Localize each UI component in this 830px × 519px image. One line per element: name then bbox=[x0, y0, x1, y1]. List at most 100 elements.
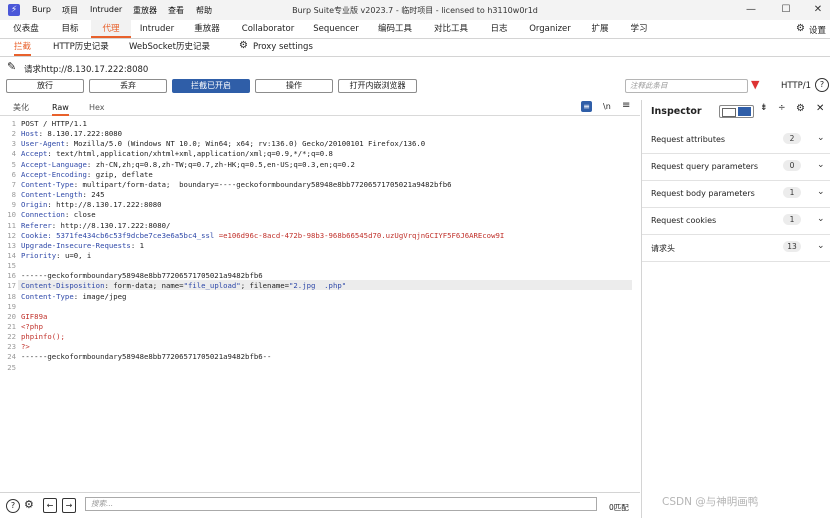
tab-websocket-history[interactable]: WebSocket历史记录 bbox=[129, 40, 210, 54]
match-count: 0匹配 bbox=[609, 503, 629, 512]
title-bar: ⚡ Burp 项目 Intruder 重放器 查看 帮助 Burp Suite专… bbox=[0, 0, 830, 20]
highlight-color-icon[interactable]: ▼ bbox=[751, 78, 759, 91]
tab-repeater[interactable]: 重放器 bbox=[185, 20, 229, 38]
menu-icon[interactable]: ≡ bbox=[622, 100, 630, 111]
line-number: 3 bbox=[11, 139, 16, 149]
proxy-sub-tabs: 拦截 HTTP历史记录 WebSocket历史记录 ⚙ Proxy settin… bbox=[0, 38, 830, 57]
menu-help[interactable]: 帮助 bbox=[196, 5, 212, 16]
minimize-icon[interactable]: — bbox=[742, 2, 760, 18]
tab-pretty[interactable]: 美化 bbox=[13, 102, 29, 114]
drop-button[interactable]: 丢弃 bbox=[89, 79, 167, 93]
tab-http-history[interactable]: HTTP历史记录 bbox=[53, 40, 109, 54]
line-number: 11 bbox=[7, 220, 16, 230]
tab-hex[interactable]: Hex bbox=[89, 102, 105, 114]
pencil-icon[interactable]: ✎ bbox=[7, 60, 16, 73]
tab-organizer[interactable]: Organizer bbox=[524, 20, 576, 38]
menu-burp[interactable]: Burp bbox=[32, 5, 51, 14]
code-line: Upgrade-Insecure-Requests: 1 bbox=[21, 240, 145, 250]
tab-raw[interactable]: Raw bbox=[52, 102, 69, 116]
maximize-icon[interactable]: ☐ bbox=[777, 2, 795, 18]
tab-comparer[interactable]: 对比工具 bbox=[426, 20, 476, 38]
gear-icon[interactable]: ⚙ bbox=[796, 23, 805, 34]
editor-tab-bar: 美化 Raw Hex ≡ \n ≡ bbox=[0, 100, 640, 116]
newline-toggle-icon[interactable]: \n bbox=[603, 102, 611, 111]
inspector-close-icon[interactable]: ✕ bbox=[816, 103, 824, 114]
tab-learn[interactable]: 学习 bbox=[622, 20, 656, 38]
chevron-down-icon[interactable]: ⌄ bbox=[817, 214, 825, 224]
help-circle-icon[interactable]: ? bbox=[6, 499, 20, 513]
count-badge: 13 bbox=[783, 241, 801, 252]
tab-extensions[interactable]: 扩展 bbox=[584, 20, 616, 38]
inspector-gear-icon[interactable]: ⚙ bbox=[796, 103, 805, 114]
row-label: Request query parameters bbox=[651, 162, 759, 171]
tab-target[interactable]: 目标 bbox=[50, 20, 90, 38]
menu-repeater[interactable]: 重放器 bbox=[133, 5, 157, 16]
line-number: 8 bbox=[11, 190, 16, 200]
code-line: ------geckoformboundary58948e8bb77206571… bbox=[21, 271, 263, 281]
layout-panel-icon[interactable] bbox=[738, 107, 751, 116]
tab-collaborator[interactable]: Collaborator bbox=[235, 20, 301, 38]
tab-logger[interactable]: 日志 bbox=[482, 20, 516, 38]
chevron-down-icon[interactable]: ⌄ bbox=[817, 133, 825, 143]
line-number: 16 bbox=[7, 271, 16, 281]
inspector-panel: Inspector ⇟ ÷ ⚙ ✕ Request attributes 2 ⌄… bbox=[641, 100, 830, 518]
open-browser-button[interactable]: 打开内嵌浏览器 bbox=[338, 79, 417, 93]
action-button[interactable]: 操作 bbox=[255, 79, 333, 93]
line-number: 7 bbox=[11, 179, 16, 189]
code-line: ?> bbox=[21, 342, 30, 352]
settings-gear-icon[interactable]: ⚙ bbox=[239, 40, 248, 51]
forward-button[interactable]: 放行 bbox=[6, 79, 84, 93]
line-number: 17 bbox=[7, 281, 16, 291]
row-label: Request cookies bbox=[651, 216, 717, 225]
previous-match-icon[interactable]: ← bbox=[43, 498, 57, 513]
tab-decoder[interactable]: 编码工具 bbox=[370, 20, 420, 38]
line-number: 10 bbox=[7, 210, 16, 220]
line-number: 2 bbox=[11, 129, 16, 139]
search-settings-gear-icon[interactable]: ⚙ bbox=[24, 498, 34, 511]
settings-label[interactable]: 设置 bbox=[809, 24, 826, 36]
collapse-icon[interactable]: ÷ bbox=[778, 103, 786, 113]
inspector-row-body-parameters[interactable]: Request body parameters 1 ⌄ bbox=[642, 180, 830, 208]
request-editor[interactable]: 1 POST / HTTP/1.1 2 Host: 8.130.17.222:8080… bbox=[0, 117, 636, 487]
tab-proxy-settings[interactable]: Proxy settings bbox=[253, 40, 313, 54]
menu-intruder[interactable]: Intruder bbox=[90, 5, 122, 14]
inspector-row-query-parameters[interactable]: Request query parameters 0 ⌄ bbox=[642, 153, 830, 181]
tab-intercept[interactable]: 拦截 bbox=[14, 40, 32, 56]
code-line: Content-Length: 245 bbox=[21, 190, 105, 200]
close-icon[interactable]: ✕ bbox=[809, 2, 827, 18]
inspector-row-request-attributes[interactable]: Request attributes 2 ⌄ bbox=[642, 126, 830, 154]
http-version-label[interactable]: HTTP/1 bbox=[781, 81, 811, 91]
code-line: phpinfo(); bbox=[21, 332, 65, 342]
inspector-row-headers[interactable]: 请求头 13 ⌄ bbox=[642, 234, 830, 262]
tab-proxy[interactable]: 代理 bbox=[91, 20, 131, 38]
request-info-row: ✎ 请求http://8.130.17.222:8080 bbox=[0, 58, 830, 76]
code-line: Priority: u=0, i bbox=[21, 250, 92, 260]
next-match-icon[interactable]: → bbox=[62, 498, 76, 513]
chevron-down-icon[interactable]: ⌄ bbox=[817, 160, 825, 170]
align-icon[interactable]: ⇟ bbox=[760, 103, 768, 113]
burp-logo-icon: ⚡ bbox=[8, 4, 20, 16]
code-line: GIF89a bbox=[21, 311, 48, 321]
code-line: ------geckoformboundary58948e8bb77206571… bbox=[21, 352, 272, 362]
comment-input[interactable]: 注释此条目 bbox=[625, 79, 748, 93]
search-input[interactable]: 搜索... bbox=[85, 497, 597, 511]
menu-project[interactable]: 项目 bbox=[62, 5, 78, 16]
tab-dashboard[interactable]: 仪表盘 bbox=[4, 20, 48, 38]
layout-list-icon[interactable] bbox=[722, 108, 736, 117]
inspector-row-cookies[interactable]: Request cookies 1 ⌄ bbox=[642, 207, 830, 235]
tab-sequencer[interactable]: Sequencer bbox=[308, 20, 364, 38]
chevron-down-icon[interactable]: ⌄ bbox=[817, 187, 825, 197]
wrap-lines-icon[interactable]: ≡ bbox=[581, 101, 592, 112]
tab-intruder[interactable]: Intruder bbox=[134, 20, 180, 38]
code-line: Connection: close bbox=[21, 210, 96, 220]
line-number: 13 bbox=[7, 240, 16, 250]
inspector-title: Inspector bbox=[651, 106, 702, 117]
intercept-toggle-button[interactable]: 拦截已开启 bbox=[172, 79, 250, 93]
code-line: Origin: http://8.130.17.222:8080 bbox=[21, 200, 162, 210]
chevron-down-icon[interactable]: ⌄ bbox=[817, 241, 825, 251]
menu-view[interactable]: 查看 bbox=[168, 5, 184, 16]
line-number: 5 bbox=[11, 159, 16, 169]
code-line: POST / HTTP/1.1 bbox=[21, 119, 87, 128]
layout-toggle[interactable] bbox=[719, 105, 754, 118]
help-icon[interactable]: ? bbox=[815, 78, 829, 92]
